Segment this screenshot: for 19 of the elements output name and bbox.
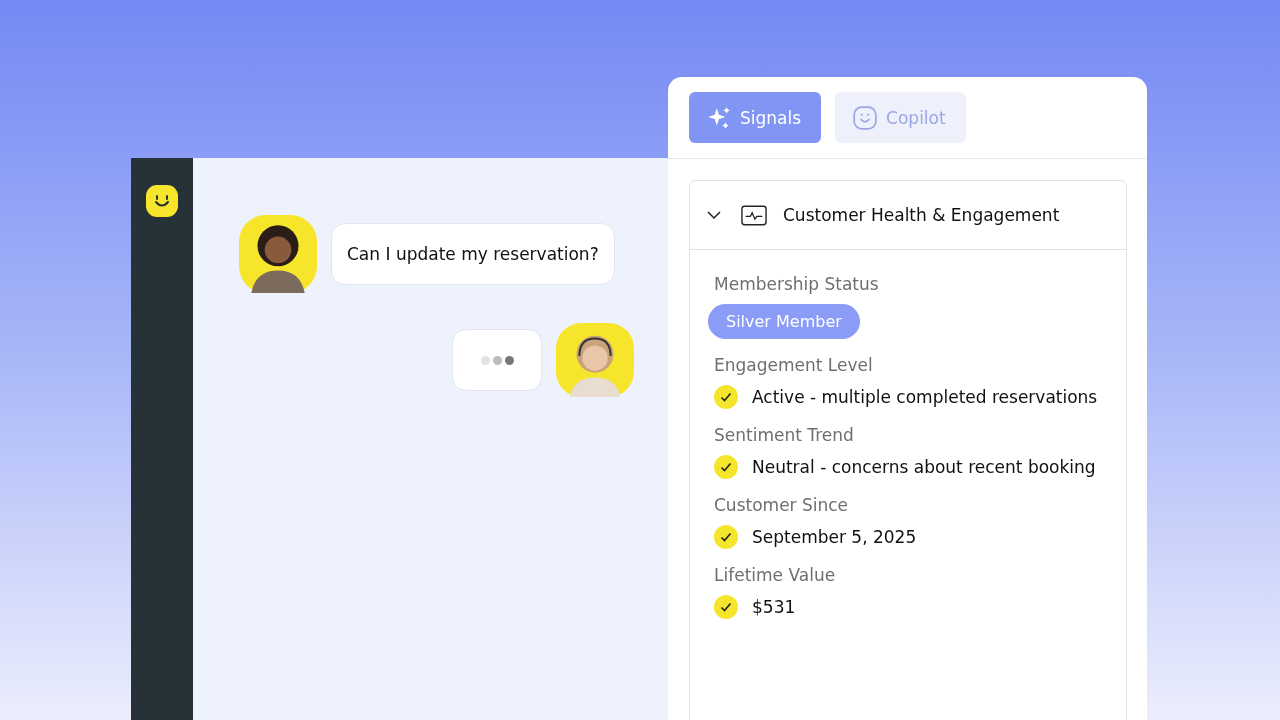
smiley-icon	[852, 104, 879, 131]
field-label: Membership Status	[713, 274, 879, 294]
field-label: Engagement Level	[713, 355, 873, 375]
field-value: Neutral - concerns about recent booking	[752, 457, 1096, 477]
tab[interactable]: Signals	[689, 92, 822, 143]
field-value: $531	[752, 597, 796, 617]
field-value: September 5, 2025	[752, 527, 917, 547]
field-label: Sentiment Trend	[713, 425, 854, 445]
membership-badge: Silver Member	[708, 304, 860, 339]
sparkle-icon	[706, 104, 732, 131]
tab[interactable]: Copilot	[835, 92, 966, 143]
card-header[interactable]: Customer Health & Engagement	[690, 181, 1126, 250]
smiley-logo-icon	[146, 185, 178, 217]
pulse-monitor-icon	[741, 204, 767, 226]
field-label: Customer Since	[713, 495, 849, 515]
field-value: Active - multiple completed reservations	[752, 387, 1098, 407]
field-label: Lifetime Value	[713, 565, 836, 585]
message-bubble: Can I update my reservation?	[331, 223, 615, 285]
card-title: Customer Health & Engagement	[783, 205, 1060, 225]
